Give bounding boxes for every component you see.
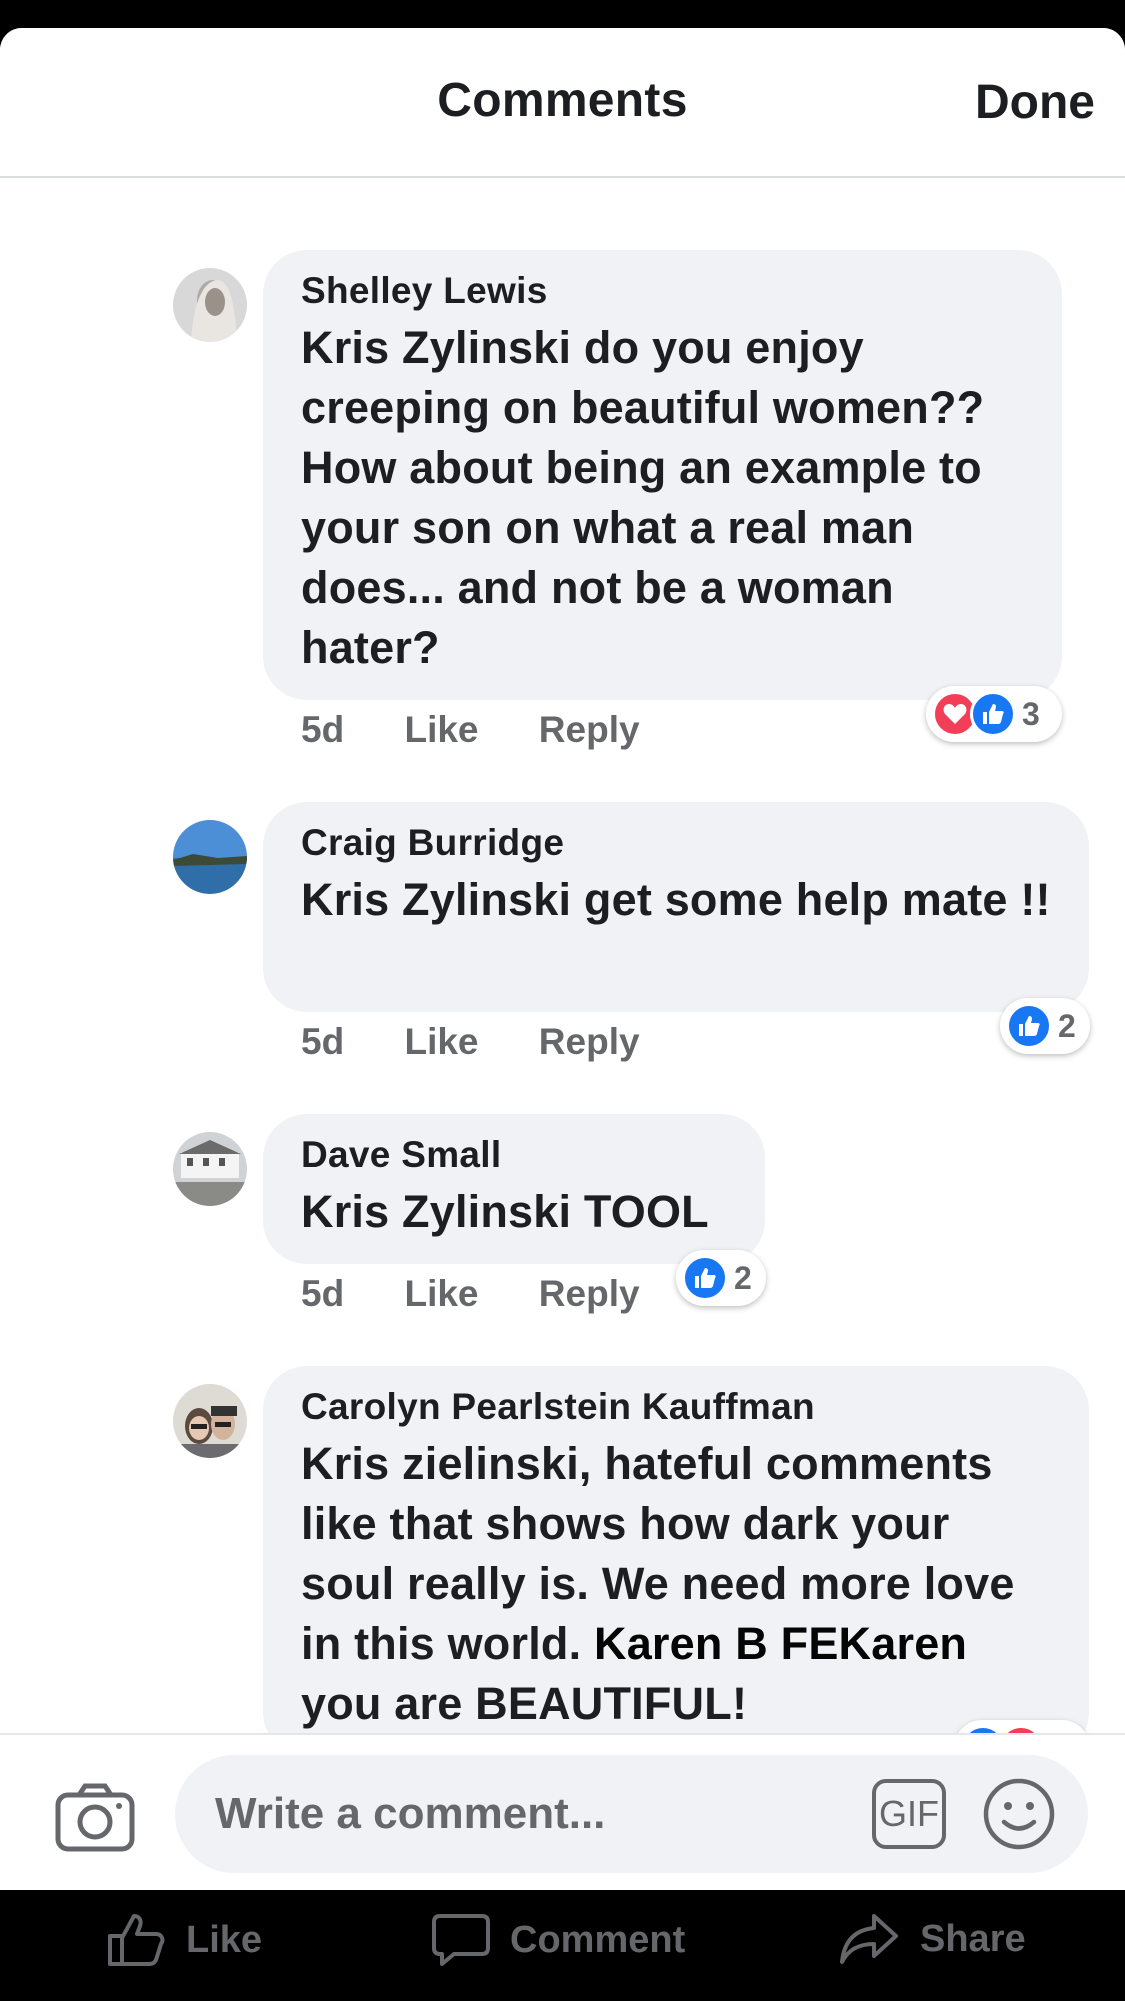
comment-field: GIF: [175, 1755, 1088, 1873]
reaction-count: 2: [734, 1259, 752, 1296]
comment-author[interactable]: Carolyn Pearlstein Kauffman: [301, 1386, 1055, 1428]
like-icon: [682, 1255, 728, 1301]
like-icon: [1006, 1003, 1052, 1049]
comment-meta: 5d Like Reply: [301, 709, 640, 751]
reaction-count: 3: [1022, 695, 1040, 732]
comment-text: Kris zielinski, hateful comments like th…: [301, 1434, 1055, 1734]
mention-link[interactable]: Karen B FEKaren: [594, 1618, 967, 1669]
emoji-icon[interactable]: [982, 1777, 1056, 1851]
share-post-button[interactable]: Share: [838, 1912, 1026, 1966]
comment-text: Kris Zylinski do you enjoy creeping on b…: [301, 322, 985, 673]
like-comment-link[interactable]: Like: [404, 709, 478, 751]
like-comment-link[interactable]: Like: [404, 1021, 478, 1063]
comment-bubble: Craig Burridge Kris Zylinski get some he…: [263, 802, 1089, 1012]
comment-text: Kris Zylinski TOOL: [301, 1186, 709, 1237]
comment-meta: 5d Like Reply: [301, 1273, 640, 1315]
comments-sheet: Comments Done Shelley Lewis Kris Zylinsk…: [0, 28, 1125, 1890]
page-title: Comments: [437, 74, 688, 127]
comment-bubble: Carolyn Pearlstein Kauffman Kris zielins…: [263, 1366, 1089, 1756]
comment-author[interactable]: Craig Burridge: [301, 822, 1055, 864]
reply-comment-link[interactable]: Reply: [539, 1273, 640, 1315]
comment-author[interactable]: Dave Small: [301, 1134, 731, 1176]
like-post-label: Like: [186, 1918, 263, 1961]
camera-icon[interactable]: [55, 1782, 135, 1852]
like-icon: [970, 691, 1016, 737]
comment-time: 5d: [301, 709, 345, 750]
avatar[interactable]: [173, 1132, 247, 1206]
avatar[interactable]: [173, 820, 247, 894]
comment-text: Kris Zylinski get some help mate !!: [301, 874, 1051, 925]
comment-bubble: Dave Small Kris Zylinski TOOL: [263, 1114, 765, 1264]
reaction-summary[interactable]: 2: [676, 1250, 766, 1306]
like-comment-link[interactable]: Like: [404, 1273, 478, 1315]
reaction-summary[interactable]: 3: [926, 686, 1062, 742]
comment-time: 5d: [301, 1021, 345, 1062]
gif-button[interactable]: GIF: [872, 1779, 946, 1849]
thumbs-up-icon: [108, 1914, 165, 1966]
share-arrow-icon: [840, 1914, 898, 1964]
reaction-summary[interactable]: 2: [1000, 998, 1090, 1054]
comment-time: 5d: [301, 1273, 345, 1314]
reply-comment-link[interactable]: Reply: [539, 1021, 640, 1063]
post-action-bar: Like Comment Share: [0, 1890, 1125, 2001]
comment-author[interactable]: Shelley Lewis: [301, 270, 1028, 312]
reply-comment-link[interactable]: Reply: [539, 709, 640, 751]
done-button[interactable]: Done: [975, 75, 1095, 130]
avatar[interactable]: [173, 268, 247, 342]
comment-text-part: you are BEAUTIFUL!: [301, 1678, 748, 1729]
like-post-button[interactable]: Like: [106, 1912, 262, 1968]
comment-input[interactable]: [213, 1788, 817, 1840]
comment-post-button[interactable]: Comment: [432, 1912, 685, 1968]
share-post-label: Share: [920, 1917, 1026, 1960]
comment-list[interactable]: Shelley Lewis Kris Zylinski do you enjoy…: [0, 178, 1125, 1758]
comment-meta: 5d Like Reply: [301, 1021, 640, 1063]
comments-header: Comments Done: [0, 28, 1125, 178]
comment-post-label: Comment: [510, 1918, 686, 1961]
comment-bubble-icon: [432, 1914, 490, 1966]
reaction-count: 2: [1058, 1007, 1076, 1044]
avatar[interactable]: [173, 1384, 247, 1458]
comment-composer: GIF: [0, 1733, 1125, 1890]
comment-bubble: Shelley Lewis Kris Zylinski do you enjoy…: [263, 250, 1062, 700]
